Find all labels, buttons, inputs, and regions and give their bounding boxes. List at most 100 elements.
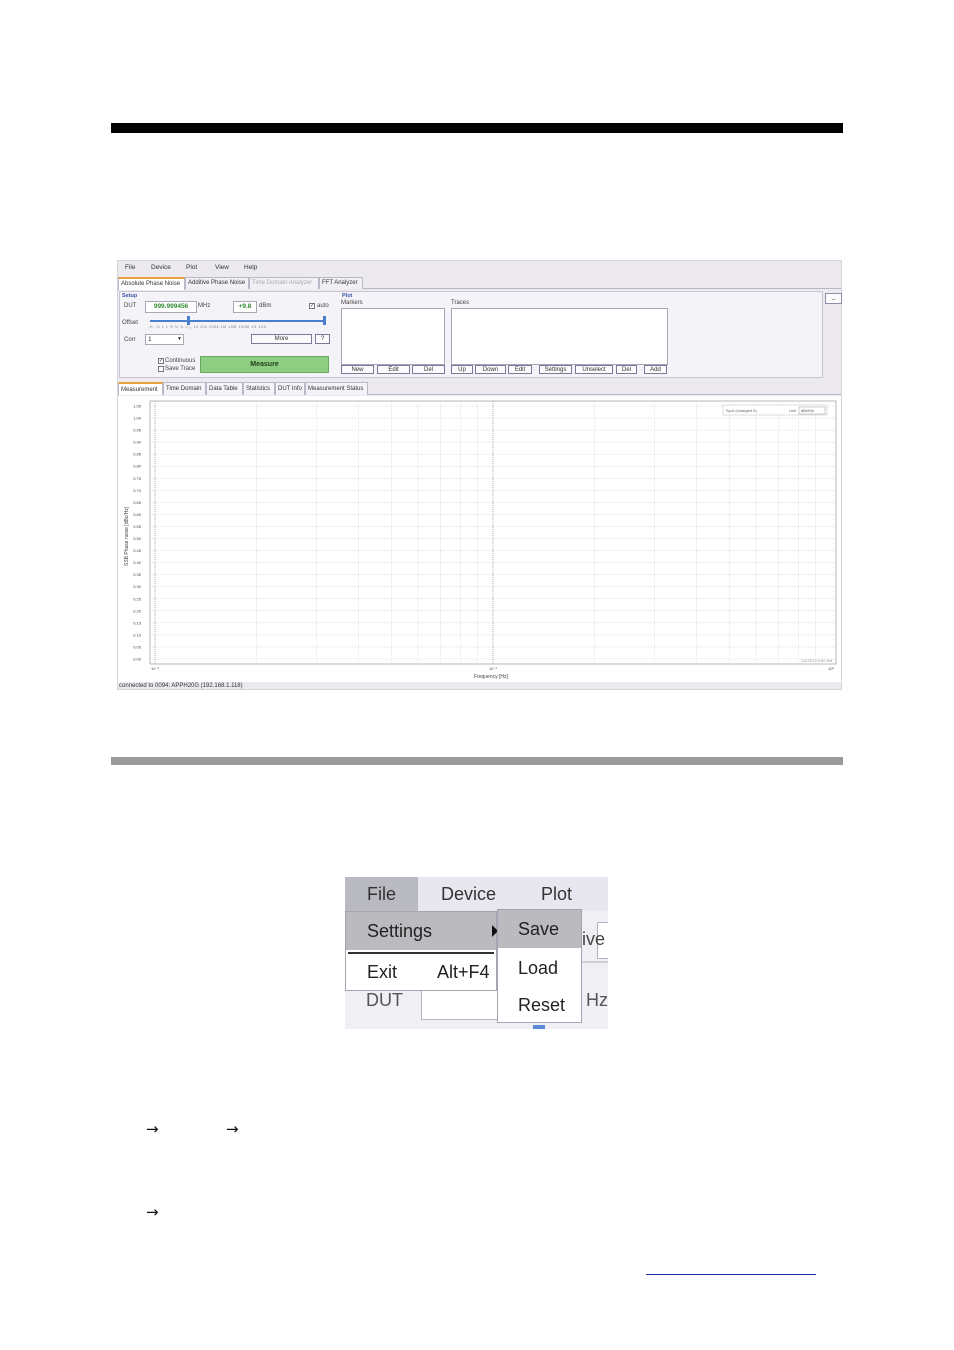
zoom-slider-handle — [533, 1025, 545, 1029]
dut-frequency-unit: MHz — [198, 303, 211, 309]
load-menu-item[interactable]: Load — [518, 958, 558, 979]
menu-view[interactable]: View — [215, 264, 229, 271]
y-tick-label: 0.20 — [133, 608, 142, 613]
save-trace-checkbox[interactable] — [158, 366, 164, 372]
y-tick-label: 0.15 — [133, 620, 142, 625]
chevron-down-icon: ▼ — [177, 336, 182, 342]
minimize-button[interactable]: _ — [825, 293, 842, 304]
section-divider — [111, 757, 843, 765]
offset-slider-end-handle[interactable] — [323, 316, 326, 325]
y-tick-label: 0.60 — [133, 512, 142, 517]
tab-time-domain[interactable]: Time Domain — [163, 382, 206, 395]
offset-tick-labels: -½ -¼ 1 1 ½ ¼ ⅛ ¹⁄₁₆ 1k 10k 100k 1M 10M … — [148, 325, 267, 329]
zoom-menu-plot[interactable]: Plot — [541, 884, 572, 905]
zoom-menu-file[interactable]: File — [367, 884, 396, 905]
auto-label: auto — [317, 303, 329, 309]
exit-shortcut: Alt+F4 — [437, 962, 490, 982]
trace-unselect-button[interactable]: Unselect — [575, 365, 613, 374]
zoom-menu-device[interactable]: Device — [441, 884, 496, 905]
traces-list[interactable] — [451, 308, 668, 365]
y-tick-label: 1.00 — [133, 416, 142, 421]
save-trace-label: Save Trace — [165, 366, 196, 372]
marker-delete-button[interactable]: Del — [412, 365, 445, 374]
dut-power-unit: dBm — [259, 303, 272, 309]
legend-unit-label: Unit — [789, 408, 797, 413]
menu-plot[interactable]: Plot — [186, 264, 197, 271]
dut-power-field[interactable]: +9.8 — [233, 301, 257, 313]
help-button[interactable]: ? — [315, 334, 330, 344]
y-tick-label: 1.05 — [133, 404, 142, 409]
top-rule — [111, 123, 843, 133]
menu-file[interactable]: File — [125, 264, 135, 271]
tab-statistics[interactable]: Statistics — [243, 382, 275, 395]
corr-value: 1 — [148, 336, 152, 343]
y-tick-label: 0.00 — [133, 657, 142, 662]
y-tick-label: 0.55 — [133, 524, 142, 529]
y-tick-label: 0.75 — [133, 476, 142, 481]
trace-delete-button[interactable]: Del — [616, 365, 637, 374]
measure-button[interactable]: Measure — [200, 356, 329, 373]
measurement-subtabs: Measurement Time Domain Data Table Stati… — [118, 382, 841, 395]
y-axis-label: SSB Phase noise [dBc/Hz] — [124, 506, 130, 566]
menubar: File Device Plot View Help — [118, 261, 841, 274]
zoom-dut-label: DUT — [366, 990, 403, 1010]
y-tick-label: 0.30 — [133, 584, 142, 589]
offset-slider-start-handle[interactable] — [187, 316, 190, 325]
tab-dut-info[interactable]: DUT Info — [275, 382, 305, 395]
file-dropdown-menu: Settings Exit Alt+F4 — [345, 911, 498, 991]
y-tick-label: 0.45 — [133, 548, 142, 553]
y-tick-label: 0.65 — [133, 500, 142, 505]
arrow-icon: → — [226, 1120, 239, 1138]
status-bar: connected to 0094: APPH20G (192.168.1.11… — [119, 683, 243, 689]
tab-data-table[interactable]: Data Table — [206, 382, 243, 395]
tab-fft-analyzer[interactable]: FFT Analyzer — [319, 277, 363, 289]
save-menu-item[interactable]: Save — [518, 919, 559, 940]
markers-list[interactable] — [341, 308, 445, 365]
phase-noise-plot: 1.05 1.00 0.95 0.90 0.85 0.80 0.75 0.70 0.65 0.60… — [118, 396, 841, 682]
settings-submenu: Save Load Reset — [497, 909, 582, 1023]
arrow-icon: → — [146, 1203, 159, 1221]
exit-menu-item[interactable]: Exit — [367, 962, 397, 983]
menu-device[interactable]: Device — [151, 264, 171, 271]
menu-help[interactable]: Help — [244, 264, 257, 271]
y-tick-label: 0.70 — [133, 488, 142, 493]
more-button[interactable]: More — [251, 334, 312, 344]
y-tick-label: 0.80 — [133, 464, 142, 469]
y-tick-label: 0.35 — [133, 572, 142, 577]
y-tick-label: 0.90 — [133, 440, 142, 445]
menu-separator — [348, 952, 494, 954]
marker-edit-button[interactable]: Edit — [377, 365, 410, 374]
continuous-checkbox[interactable]: ✓ — [158, 358, 164, 364]
trace-edit-button[interactable]: Edit — [508, 365, 532, 374]
zoom-unit-text: Hz — [586, 990, 608, 1010]
tab-additive-phase-noise[interactable]: Additive Phase Noise — [185, 277, 249, 289]
y-tick-label: 0.05 — [133, 644, 142, 649]
legend-unit-value: dBc/Hz — [801, 408, 814, 413]
trace-up-button[interactable]: Up — [451, 365, 473, 374]
x-tick-label: 10⁻² — [151, 666, 160, 671]
zoom-dut-field[interactable] — [421, 990, 501, 1020]
marker-new-button[interactable]: New — [341, 365, 374, 374]
tab-time-domain-analyzer[interactable]: Time Domain Analyzer — [249, 277, 319, 289]
auto-checkbox[interactable]: ✓ — [309, 303, 315, 309]
tab-absolute-phase-noise[interactable]: Absolute Phase Noise — [118, 277, 185, 290]
y-tick-label: 0.25 — [133, 596, 142, 601]
dut-frequency-field[interactable]: 999.999456 — [145, 301, 197, 313]
trace-settings-button[interactable]: Settings — [539, 365, 572, 374]
trace-add-button[interactable]: Add — [644, 365, 667, 374]
plot-canvas: 1.05 1.00 0.95 0.90 0.85 0.80 0.75 0.70 0.65 0.60… — [124, 400, 837, 680]
chart-timestamp: 1/1/2013 6:50 AM — [801, 658, 832, 663]
tab-measurement[interactable]: Measurement — [118, 382, 163, 395]
plot-section-label: Plot — [342, 293, 353, 299]
corr-select[interactable]: 1 ▼ — [145, 334, 184, 345]
reset-menu-item[interactable]: Reset — [518, 995, 565, 1016]
arrow-icon: → — [146, 1120, 159, 1138]
dut-label: DUT — [124, 303, 137, 309]
trace-down-button[interactable]: Down — [475, 365, 506, 374]
traces-label: Traces — [451, 300, 470, 306]
legend-select[interactable]: Spot (changed 0) — [726, 408, 757, 413]
offset-slider[interactable] — [150, 320, 325, 322]
tab-measurement-status[interactable]: Measurement Status — [305, 382, 368, 395]
hyperlink-underline[interactable] — [646, 1274, 816, 1275]
corr-label: Corr — [124, 337, 136, 343]
